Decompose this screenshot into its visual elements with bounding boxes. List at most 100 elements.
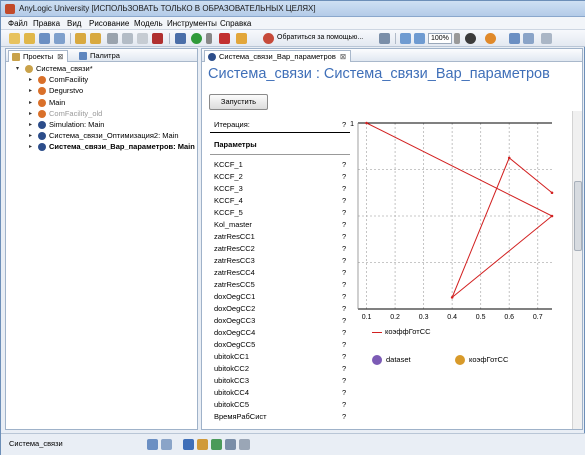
window-icon[interactable] bbox=[541, 33, 552, 44]
scrollbar-thumb[interactable] bbox=[574, 181, 582, 251]
param-value: ? bbox=[342, 412, 347, 421]
dataset-item[interactable]: dataset bbox=[372, 355, 411, 366]
redo-icon[interactable] bbox=[90, 33, 101, 44]
separator bbox=[70, 33, 71, 44]
open-icon[interactable] bbox=[24, 33, 35, 44]
variable-item[interactable]: коэфГотСС bbox=[455, 355, 508, 366]
agent-icon bbox=[38, 98, 46, 107]
param-value: ? bbox=[342, 376, 347, 385]
chevron-right-icon[interactable]: ▸ bbox=[29, 75, 35, 85]
editor-tabs: Система_связи_Вар_параметров ⊠ bbox=[202, 49, 582, 62]
zoom-dropdown-icon[interactable] bbox=[454, 33, 460, 44]
param-row: zatrResCC5? bbox=[210, 279, 350, 290]
param-value: ? bbox=[342, 352, 347, 361]
chevron-right-icon[interactable]: ▸ bbox=[29, 120, 35, 130]
menu-model[interactable]: Модель bbox=[134, 19, 163, 28]
param-name: ubitokCC4 bbox=[214, 388, 250, 397]
tab-palette[interactable]: Палитра bbox=[76, 50, 124, 62]
tab-experiment[interactable]: Система_связи_Вар_параметров ⊠ bbox=[204, 50, 352, 62]
menu-tools[interactable]: Инструменты bbox=[167, 19, 217, 28]
tree-item-label: Система_связи* bbox=[36, 64, 93, 73]
flash-icon[interactable] bbox=[236, 33, 247, 44]
tab-projects[interactable]: Проекты ⊠ bbox=[8, 50, 69, 62]
menu-draw[interactable]: Рисование bbox=[89, 19, 129, 28]
param-name: ubitokCC3 bbox=[214, 376, 250, 385]
menu-view[interactable]: Вид bbox=[67, 19, 81, 28]
paste-icon[interactable] bbox=[137, 33, 148, 44]
agent-icon bbox=[38, 109, 46, 118]
select-tool-icon[interactable] bbox=[379, 33, 390, 44]
chevron-right-icon[interactable]: ▸ bbox=[29, 142, 35, 152]
param-row: doxOegCC4? bbox=[210, 327, 350, 338]
x-tick-label: 0.4 bbox=[447, 314, 457, 321]
status-bar: Система_связи bbox=[1, 433, 585, 455]
run-icon[interactable] bbox=[191, 33, 202, 44]
tree-item-label: Main bbox=[49, 97, 66, 107]
param-value: ? bbox=[342, 400, 347, 409]
param-name: ubitokCC1 bbox=[214, 352, 250, 361]
param-name: ВремяРабСист bbox=[214, 412, 267, 421]
param-value: ? bbox=[342, 340, 347, 349]
chevron-right-icon[interactable]: ▸ bbox=[29, 86, 35, 96]
chart-legend: коэффГотСС bbox=[372, 327, 431, 336]
chart: 0.1 0.2 0.3 0.4 0.5 0.6 0.7 1 bbox=[340, 119, 554, 329]
x-tick-label: 0.6 bbox=[504, 314, 514, 321]
help-lifebuoy-icon[interactable] bbox=[263, 33, 274, 44]
status-icon[interactable] bbox=[211, 439, 222, 450]
param-row: Kol_master? bbox=[210, 219, 350, 230]
zoom-fit-icon[interactable] bbox=[400, 33, 411, 44]
layout-grid-icon[interactable] bbox=[509, 33, 520, 44]
stop-icon[interactable] bbox=[219, 33, 230, 44]
param-row: ubitokCC2? bbox=[210, 363, 350, 374]
chevron-right-icon[interactable]: ▸ bbox=[29, 131, 35, 141]
data-point bbox=[550, 191, 554, 195]
status-icon[interactable] bbox=[161, 439, 172, 450]
window-title: AnyLogic University [ИСПОЛЬЗОВАТЬ ТОЛЬКО… bbox=[19, 4, 316, 13]
zoom-select[interactable]: 100% bbox=[428, 33, 452, 44]
delete-icon[interactable] bbox=[152, 33, 163, 44]
param-value: ? bbox=[342, 388, 347, 397]
status-icon[interactable] bbox=[183, 439, 194, 450]
close-icon[interactable]: ⊠ bbox=[57, 52, 63, 61]
undo-icon[interactable] bbox=[75, 33, 86, 44]
chevron-right-icon[interactable]: ▸ bbox=[29, 98, 35, 108]
menu-edit[interactable]: Правка bbox=[33, 19, 60, 28]
x-tick-label: 0.3 bbox=[419, 314, 429, 321]
search-icon[interactable] bbox=[465, 33, 476, 44]
save-icon[interactable] bbox=[39, 33, 50, 44]
param-row: doxOegCC3? bbox=[210, 315, 350, 326]
param-row: ubitokCC1? bbox=[210, 351, 350, 362]
data-point bbox=[550, 214, 554, 218]
build-icon[interactable] bbox=[175, 33, 186, 44]
chart-svg: 0.1 0.2 0.3 0.4 0.5 0.6 0.7 1 bbox=[350, 121, 554, 321]
status-icon[interactable] bbox=[225, 439, 236, 450]
close-icon[interactable]: ⊠ bbox=[340, 52, 346, 61]
app-window: AnyLogic University [ИСПОЛЬЗОВАТЬ ТОЛЬКО… bbox=[0, 0, 585, 455]
status-icon[interactable] bbox=[239, 439, 250, 450]
chevron-down-icon[interactable]: ▾ bbox=[16, 64, 22, 74]
param-name: zatrResCC1 bbox=[214, 232, 255, 241]
param-value: ? bbox=[342, 364, 347, 373]
variable-icon bbox=[455, 355, 465, 366]
param-row: KCCF_4? bbox=[210, 195, 350, 206]
status-icon[interactable] bbox=[197, 439, 208, 450]
save-all-icon[interactable] bbox=[54, 33, 65, 44]
locate-icon[interactable] bbox=[485, 33, 496, 44]
param-name: zatrResCC5 bbox=[214, 280, 255, 289]
menu-help[interactable]: Справка bbox=[220, 19, 251, 28]
new-icon[interactable] bbox=[9, 33, 20, 44]
status-icon[interactable] bbox=[147, 439, 158, 450]
vertical-scrollbar[interactable] bbox=[572, 111, 582, 429]
copy-icon[interactable] bbox=[122, 33, 133, 44]
run-dropdown-icon[interactable] bbox=[206, 33, 212, 44]
panel-tabs: Проекты ⊠ Палитра bbox=[6, 49, 197, 62]
x-tick-label: 0.1 bbox=[362, 314, 372, 321]
menu-file[interactable]: Файл bbox=[8, 19, 28, 28]
cut-icon[interactable] bbox=[107, 33, 118, 44]
chevron-right-icon[interactable]: ▸ bbox=[29, 109, 35, 119]
run-button[interactable]: Запустить bbox=[209, 94, 268, 110]
zoom-area-icon[interactable] bbox=[414, 33, 425, 44]
dataset-icon bbox=[372, 355, 382, 366]
support-link[interactable]: Обратиться за помощью... bbox=[277, 34, 363, 41]
layout-panel-icon[interactable] bbox=[523, 33, 534, 44]
